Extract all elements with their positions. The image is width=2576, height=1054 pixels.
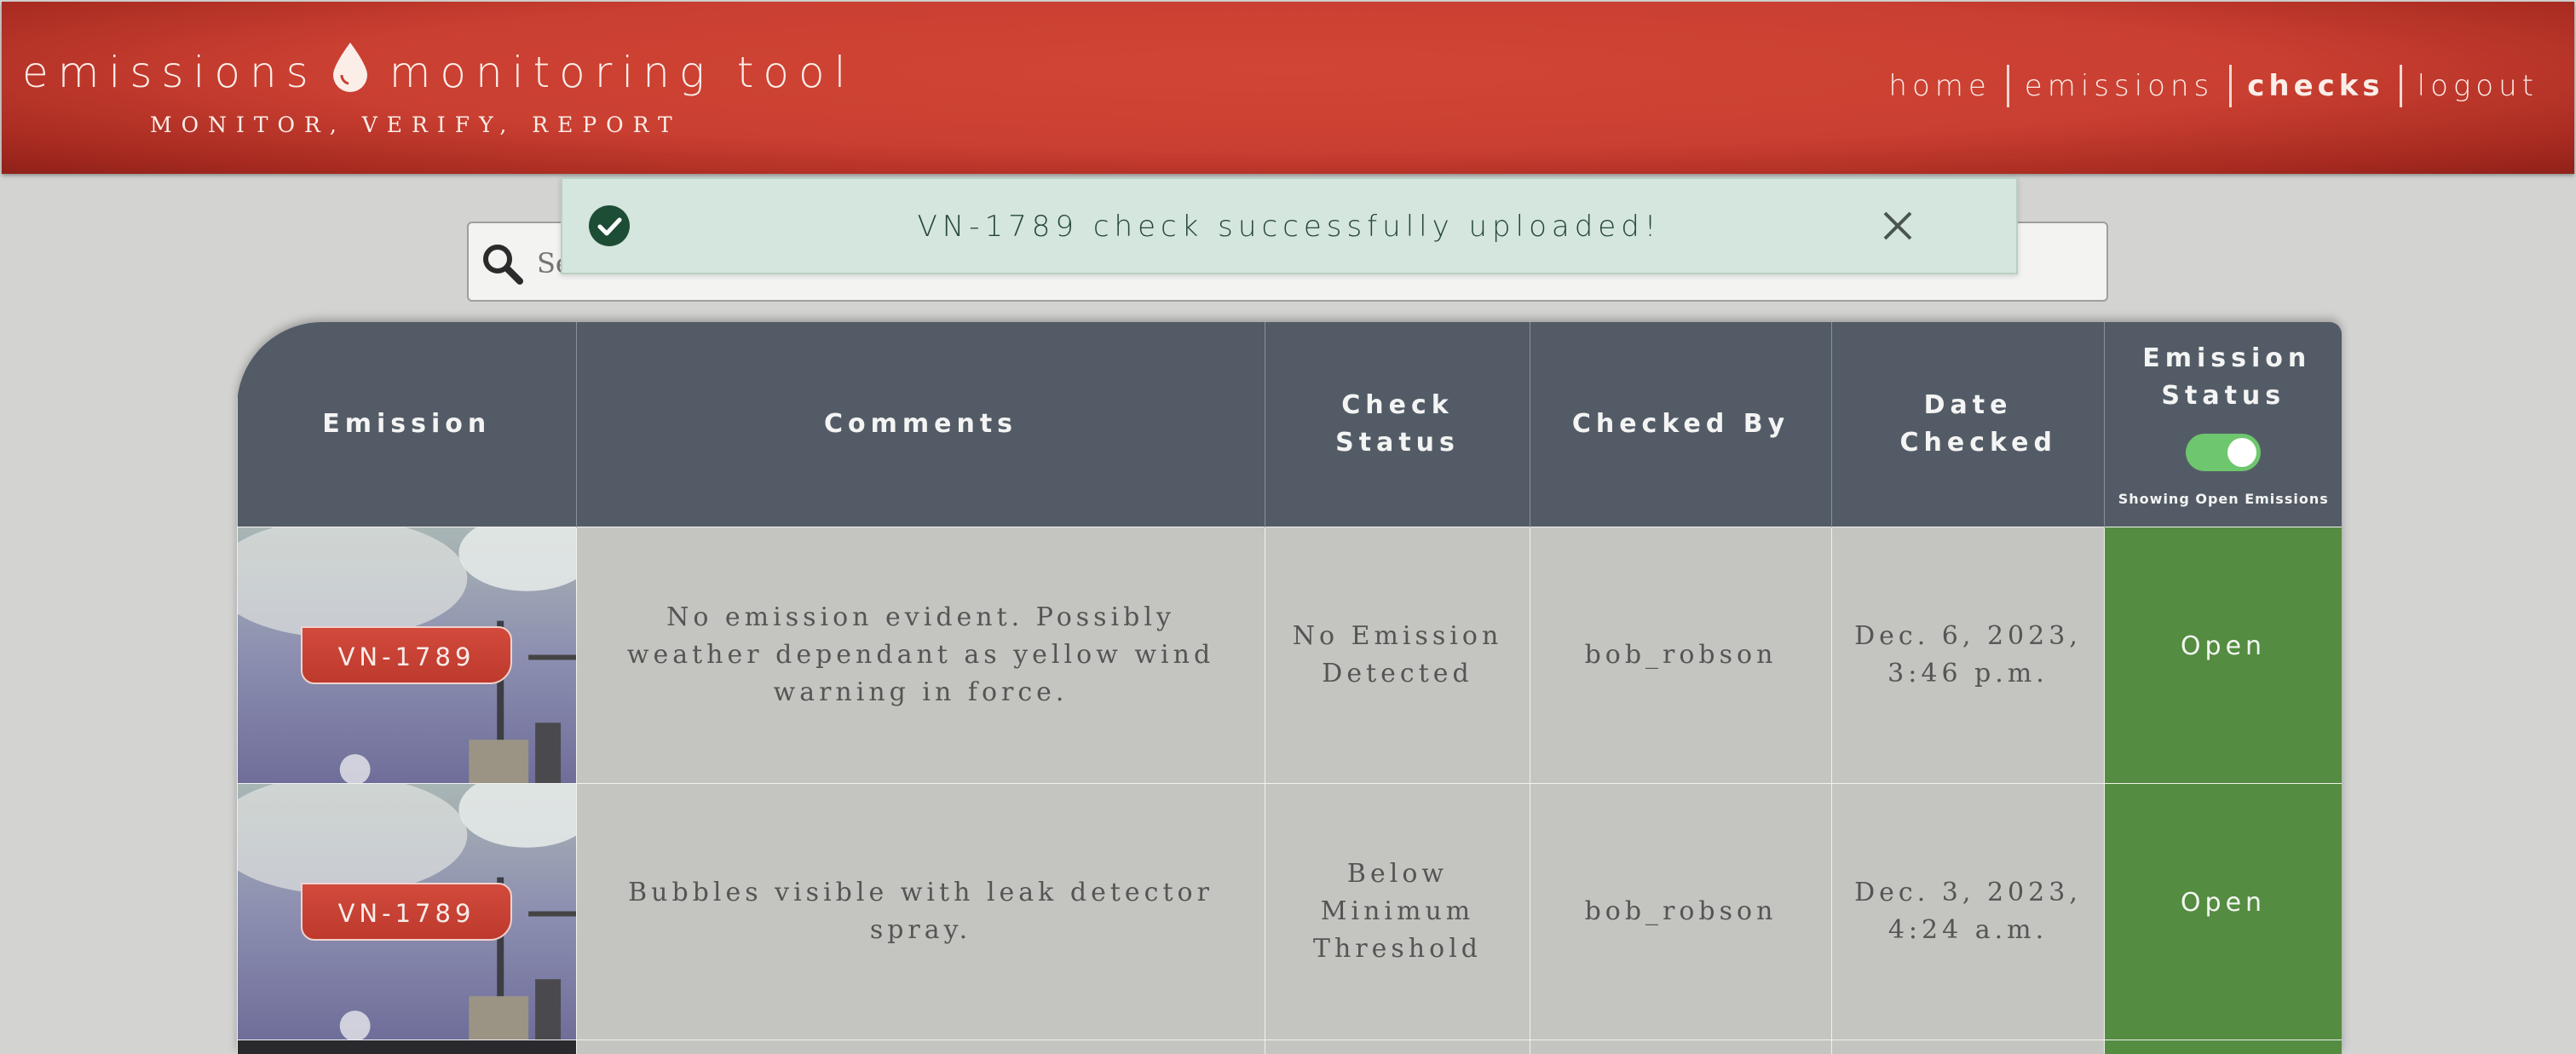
date-checked-cell: Dec. 6, 2023, 3:46 p.m. [1831, 526, 2105, 784]
main-nav: home emissions checks logout [1888, 65, 2539, 107]
nav-divider [2399, 65, 2402, 107]
table-row: VN-1789 Bubbles visible with leak detect… [237, 782, 2342, 1040]
header-check-status[interactable]: Check Status [1265, 322, 1530, 527]
header-date-checked-label: Date Checked [1899, 389, 2057, 458]
success-alert: VN-1789 check successfully uploaded! [561, 177, 2018, 274]
emission-thumbnail-cell[interactable]: VN-1789 [237, 526, 577, 784]
emission-tag[interactable]: VN-1789 [301, 625, 512, 684]
app-tagline: MONITOR, VERIFY, REPORT [150, 112, 682, 137]
header-checked-by[interactable]: Checked By [1530, 322, 1832, 527]
nav-divider [2229, 65, 2233, 107]
check-status-cell: Below Minimum Threshold [1265, 782, 1530, 1040]
header-emission-status-label: Emission Status [2142, 343, 2312, 412]
header-date-checked[interactable]: Date Checked [1831, 322, 2105, 527]
checked-by-cell: bob_robson [1530, 526, 1832, 784]
emission-status-cell: Open [2104, 526, 2342, 784]
comment-cell [576, 1039, 1265, 1054]
checked-by-cell: bob_robson [1530, 782, 1832, 1040]
search-icon[interactable] [481, 242, 525, 290]
brand[interactable]: emissions monitoring tool MONITOR, VERIFY… [22, 41, 855, 137]
nav-checks[interactable]: checks [2247, 69, 2383, 103]
emission-thumbnail-cell[interactable] [237, 1039, 577, 1054]
table-header-row: Emission Comments Check Status Checked B… [237, 322, 2342, 527]
checks-table: Emission Comments Check Status Checked B… [237, 322, 2342, 1054]
nav-logout[interactable]: logout [2418, 69, 2539, 103]
header-comments[interactable]: Comments [576, 322, 1265, 527]
nav-home[interactable]: home [1888, 69, 1991, 103]
toggle-caption: Showing Open Emissions [2118, 491, 2329, 508]
nav-divider [2006, 65, 2009, 107]
app-title-left: emissions [22, 48, 318, 97]
header-emission[interactable]: Emission [237, 322, 577, 527]
emission-status-cell: Open [2104, 782, 2342, 1040]
comment-cell: No emission evident. Possibly weather de… [576, 526, 1265, 784]
emission-status-cell [2104, 1039, 2342, 1054]
close-icon[interactable] [1882, 210, 1914, 245]
header-emission-status: Emission Status Showing Open Emissions [2104, 322, 2342, 527]
nav-emissions[interactable]: emissions [2025, 69, 2214, 103]
toggle-knob [2227, 438, 2257, 468]
app-title: emissions monitoring tool [22, 41, 855, 99]
check-status-cell [1265, 1039, 1530, 1054]
comment-cell: Bubbles visible with leak detector spray… [576, 782, 1265, 1040]
check-status-cell: No Emission Detected [1265, 526, 1530, 784]
table-row: VN-1789 No emission evident. Possibly we… [237, 526, 2342, 784]
table-row [237, 1039, 2342, 1054]
open-emissions-toggle[interactable] [2186, 434, 2262, 472]
date-checked-cell: Dec. 3, 2023, 4:24 a.m. [1831, 782, 2105, 1040]
date-checked-cell [1831, 1039, 2105, 1054]
app-header: emissions monitoring tool MONITOR, VERIFY… [2, 2, 2574, 174]
app-title-right: monitoring tool [389, 48, 856, 97]
alert-message: VN-1789 check successfully uploaded! [917, 210, 1662, 244]
emission-tag[interactable]: VN-1789 [301, 882, 512, 941]
checked-by-cell [1530, 1039, 1832, 1054]
emission-thumbnail-cell[interactable]: VN-1789 [237, 782, 577, 1040]
drop-icon [330, 41, 371, 99]
